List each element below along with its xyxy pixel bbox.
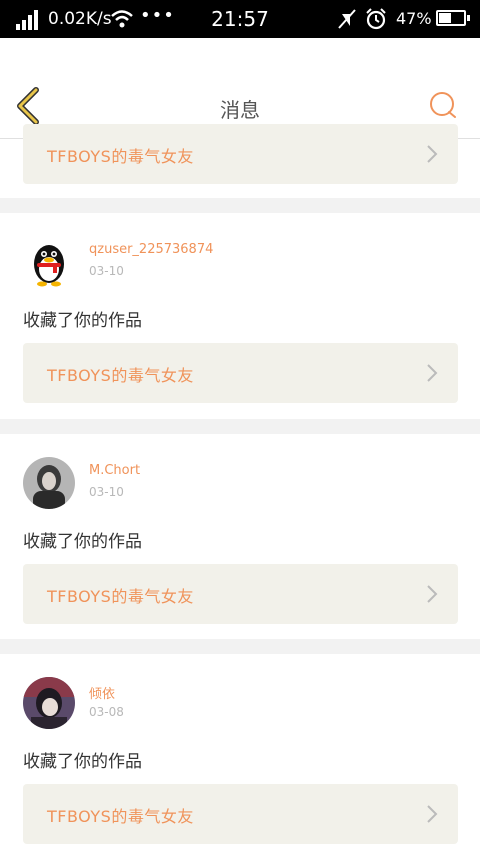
work-title: TFBOYS的毒气女友: [47, 147, 194, 166]
page-title: 消息: [220, 98, 260, 122]
message-date: 03-08: [89, 705, 124, 719]
work-link[interactable]: TFBOYS的毒气女友: [23, 784, 458, 844]
qq-penguin-avatar: [23, 236, 75, 288]
message-date: 03-10: [89, 264, 124, 278]
list-item: M.Chort 03-10 收藏了你的作品 TFBOYS的毒气女友: [0, 434, 480, 639]
user-name[interactable]: qzuser_225736874: [89, 242, 213, 257]
user-photo-avatar: [23, 457, 75, 509]
action-text: 收藏了你的作品: [23, 311, 142, 331]
list-item: qzuser_225736874 03-10 收藏了你的作品 TFBOYS的毒气…: [0, 213, 480, 419]
user-name[interactable]: M.Chort: [89, 463, 140, 478]
work-link[interactable]: TFBOYS的毒气女友: [23, 343, 458, 403]
message-date: 03-10: [89, 485, 124, 499]
search-icon[interactable]: [428, 90, 458, 120]
work-title: TFBOYS的毒气女友: [47, 807, 194, 826]
chevron-right-icon: [427, 145, 438, 163]
user-photo-avatar: [23, 677, 75, 729]
battery-icon: [436, 10, 470, 26]
work-link[interactable]: TFBOYS的毒气女友: [23, 564, 458, 624]
mute-icon: [338, 9, 356, 29]
work-title: TFBOYS的毒气女友: [47, 366, 194, 385]
list-item: TFBOYS的毒气女友: [0, 124, 480, 198]
alarm-icon: [366, 8, 386, 30]
work-link[interactable]: TFBOYS的毒气女友: [23, 124, 458, 184]
chevron-right-icon: [427, 585, 438, 603]
action-text: 收藏了你的作品: [23, 752, 142, 772]
chevron-right-icon: [427, 364, 438, 382]
chevron-right-icon: [427, 805, 438, 823]
status-bar: 0.02K/s ••• 21:57 47%: [0, 0, 480, 38]
work-title: TFBOYS的毒气女友: [47, 587, 194, 606]
list-item: 倾依 03-08 收藏了你的作品 TFBOYS的毒气女友: [0, 654, 480, 854]
action-text: 收藏了你的作品: [23, 532, 142, 552]
battery-percent: 47%: [396, 9, 432, 28]
user-name[interactable]: 倾依: [89, 683, 115, 702]
